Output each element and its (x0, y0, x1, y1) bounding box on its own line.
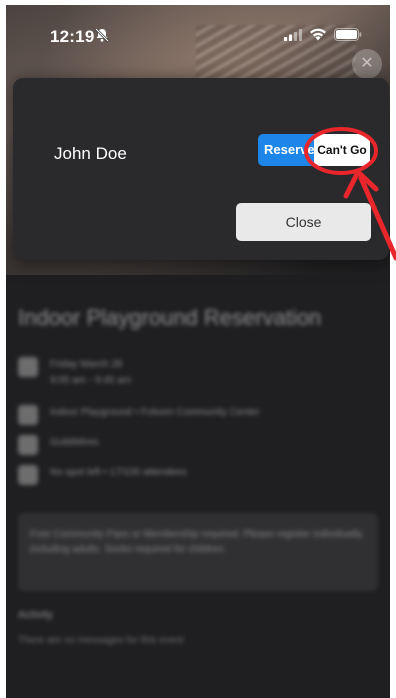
event-organizer: GuildWires (50, 437, 99, 448)
organizer-icon (18, 435, 38, 455)
attendee-name: John Doe (54, 144, 127, 163)
event-attendance: No spot left • 17/100 attendees (50, 467, 187, 478)
rsvp-toggle: Reserved Can't Go (258, 134, 370, 166)
event-time: 9:00 am - 9:45 am (50, 375, 132, 386)
wifi-icon (310, 28, 326, 41)
organizer-row[interactable]: GuildWires (18, 435, 99, 455)
clock-icon (18, 357, 38, 377)
close-button[interactable]: Close (236, 203, 371, 241)
reserved-button[interactable]: Reserved (258, 134, 314, 166)
event-title: Indoor Playground Reservation (18, 305, 322, 330)
rsvp-dialog: John Doe Reserved Can't Go Close (13, 78, 389, 260)
location-row[interactable]: Indoor Playground • Folsom Community Cen… (18, 405, 260, 425)
attendance-row: No spot left • 17/100 attendees (18, 465, 187, 485)
bell-slash-icon (95, 28, 109, 42)
status-bar: 12:19 (6, 5, 390, 57)
activity-empty-text: There are no messages for this event (18, 635, 184, 646)
event-location: Indoor Playground • Folsom Community Cen… (50, 407, 260, 418)
event-date: Friday March 28 (50, 359, 123, 370)
activity-heading: Activity (18, 609, 53, 621)
attendees-icon (18, 465, 38, 485)
app-screen: ✕ 12:19 Indoor Playground Reservation Fr… (6, 5, 390, 698)
cant-go-button[interactable]: Can't Go (314, 134, 370, 166)
date-row: Friday March 28 9:00 am - 9:45 am (18, 357, 131, 389)
location-pin-icon (18, 405, 38, 425)
cellular-signal-icon (284, 29, 302, 41)
event-note: Free Community Pass or Membership requir… (18, 513, 378, 591)
battery-icon (334, 28, 362, 41)
status-time: 12:19 (50, 27, 95, 46)
